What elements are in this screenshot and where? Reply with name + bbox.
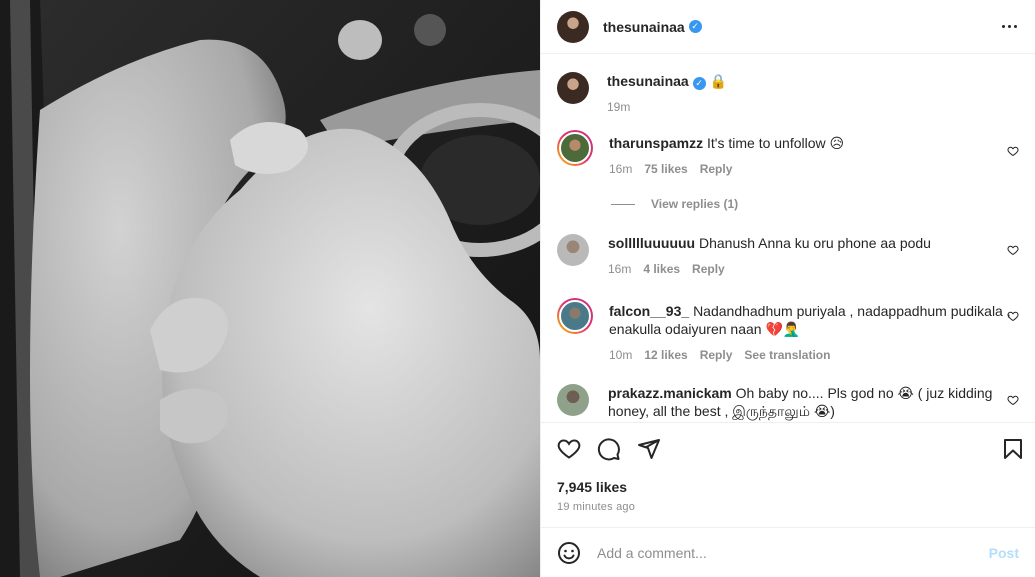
post-panel: thesunainaa ✓ thesunainaa ✓ 🔒 19m tharuns… xyxy=(540,0,1035,577)
verified-icon: ✓ xyxy=(688,20,702,33)
reply-button[interactable]: Reply xyxy=(700,160,733,178)
view-replies-button[interactable]: View replies (1) xyxy=(611,197,738,211)
caption-text: 🔒 xyxy=(709,73,728,89)
post-header: thesunainaa ✓ xyxy=(541,0,1035,54)
author-avatar[interactable] xyxy=(557,10,589,43)
comment-composer: Post xyxy=(541,527,1035,577)
comment-likes[interactable]: 12 likes xyxy=(644,346,687,364)
comment-item: prakazz.manickam Oh baby no.... Pls god … xyxy=(557,384,1025,420)
author-username[interactable]: thesunainaa xyxy=(603,19,685,35)
comment-time: 16m xyxy=(609,162,633,176)
see-translation-button[interactable]: See translation xyxy=(744,346,830,364)
commenter-avatar[interactable] xyxy=(557,130,593,166)
post-actions: 7,945 likes 19 minutes ago Post xyxy=(541,422,1035,577)
post-comment-button[interactable]: Post xyxy=(989,545,1019,561)
commenter-avatar[interactable] xyxy=(557,384,589,416)
comment-username[interactable]: prakazz.manickam xyxy=(608,385,732,401)
comment-icon[interactable] xyxy=(597,437,621,461)
comment-likes[interactable]: 75 likes xyxy=(644,160,687,178)
commenter-avatar[interactable] xyxy=(557,234,589,266)
action-bar xyxy=(541,423,1035,475)
comment-item: tharunspamzz It's time to unfollow 😥 16m… xyxy=(557,130,1025,178)
comment-time: 16m xyxy=(608,262,632,276)
caption: thesunainaa ✓ 🔒 19m xyxy=(557,72,1025,116)
caption-avatar[interactable] xyxy=(557,72,589,104)
comment-text: Dhanush Anna ku oru phone aa podu xyxy=(699,235,931,251)
comment-username[interactable]: tharunspamzz xyxy=(609,135,703,151)
more-options-icon[interactable] xyxy=(997,15,1021,39)
comment-input[interactable] xyxy=(597,544,989,561)
reply-button[interactable]: Reply xyxy=(692,260,725,278)
caption-username[interactable]: thesunainaa xyxy=(607,73,689,89)
comment-username[interactable]: sollllluuuuuu xyxy=(608,235,695,251)
comment-username[interactable]: falcon__93_ xyxy=(609,303,689,319)
like-icon[interactable] xyxy=(557,437,581,461)
likes-count[interactable]: 7,945 likes xyxy=(541,479,1035,495)
like-comment-icon[interactable] xyxy=(1007,394,1019,406)
comment-likes[interactable]: 4 likes xyxy=(643,260,680,278)
comment-item: sollllluuuuuu Dhanush Anna ku oru phone … xyxy=(557,234,1025,278)
verified-icon: ✓ xyxy=(692,77,706,90)
emoji-icon[interactable] xyxy=(557,541,581,565)
save-bookmark-icon[interactable] xyxy=(1001,437,1025,461)
caption-time: 19m xyxy=(607,100,631,114)
commenter-avatar[interactable] xyxy=(557,298,593,334)
post-timestamp: 19 minutes ago xyxy=(557,501,636,513)
comment-text: It's time to unfollow 😥 xyxy=(707,135,845,151)
comment-time: 10m xyxy=(609,348,633,362)
like-comment-icon[interactable] xyxy=(1007,145,1019,157)
reply-button[interactable]: Reply xyxy=(700,346,733,364)
like-comment-icon[interactable] xyxy=(1007,244,1019,256)
comments-list[interactable]: thesunainaa ✓ 🔒 19m tharunspamzz It's tim… xyxy=(541,54,1035,422)
like-comment-icon[interactable] xyxy=(1007,310,1019,322)
share-icon[interactable] xyxy=(637,437,661,461)
post-image xyxy=(0,0,540,577)
comment-item: falcon__93_ Nadandhadhum puriyala , nada… xyxy=(557,298,1025,364)
